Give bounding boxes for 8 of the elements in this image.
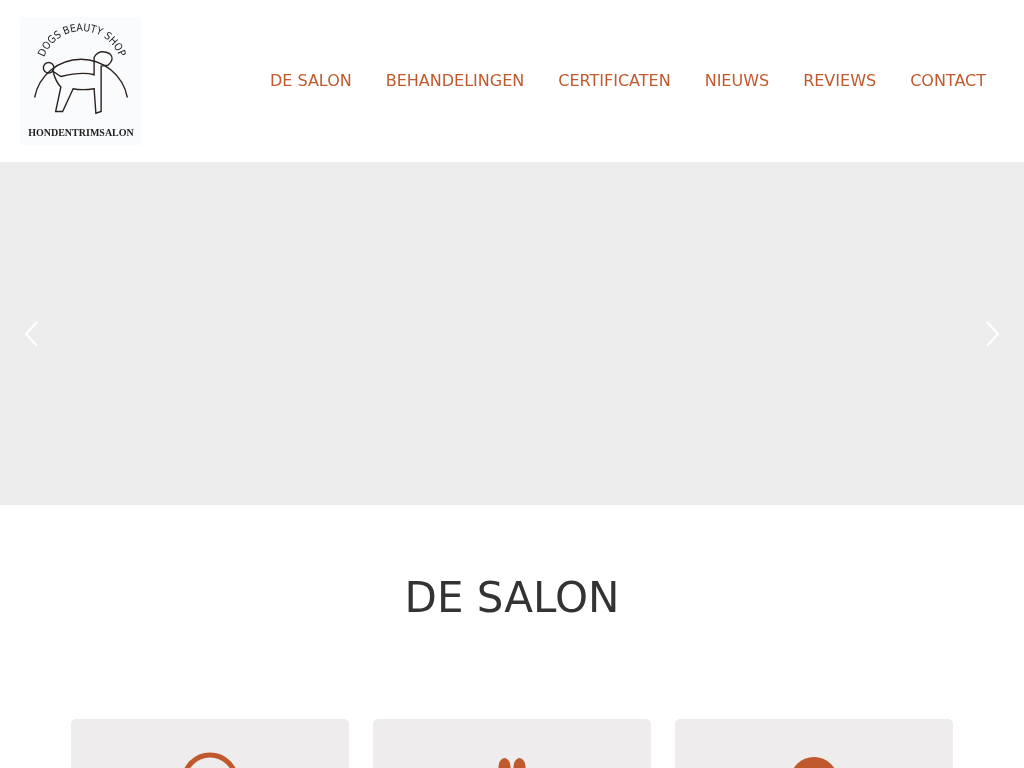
nav-link[interactable]: NIEUWS — [704, 70, 770, 90]
nav-link[interactable]: REVIEWS — [803, 70, 877, 90]
nav-link[interactable]: BEHANDELINGEN — [385, 70, 525, 90]
nav-link[interactable]: CERTIFICATEN — [558, 70, 671, 90]
nav-link[interactable]: CONTACT — [910, 70, 986, 90]
section-title: DE SALON — [403, 573, 621, 623]
logo-subtitle: HONDENTRIMSALON — [28, 127, 134, 138]
nav-link[interactable]: DE SALON — [269, 70, 352, 90]
